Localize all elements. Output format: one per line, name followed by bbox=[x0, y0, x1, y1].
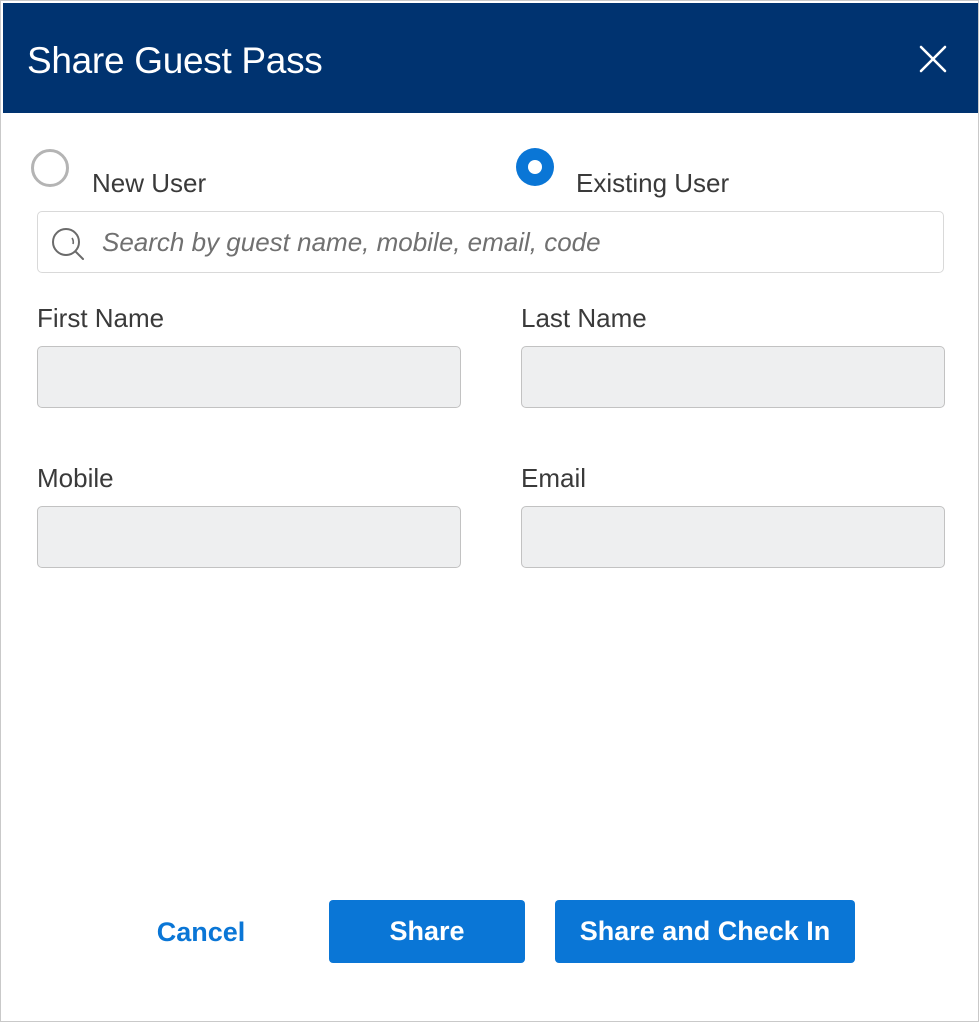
guest-search-box[interactable] bbox=[37, 211, 944, 273]
radio-existing-user-circle[interactable] bbox=[516, 148, 554, 186]
dialog-header: Share Guest Pass bbox=[3, 3, 978, 113]
last-name-label: Last Name bbox=[521, 303, 647, 333]
search-icon bbox=[52, 228, 84, 260]
first-name-field[interactable] bbox=[37, 346, 461, 408]
radio-new-user-label: New User bbox=[92, 168, 207, 198]
last-name-field[interactable] bbox=[521, 346, 945, 408]
share-guest-pass-dialog: Share Guest Pass New User Existing User … bbox=[0, 0, 979, 1022]
cancel-button[interactable]: Cancel bbox=[141, 901, 261, 963]
close-button[interactable] bbox=[915, 41, 951, 77]
email-field[interactable] bbox=[521, 506, 945, 568]
mobile-field[interactable] bbox=[37, 506, 461, 568]
search-input[interactable] bbox=[102, 222, 922, 262]
radio-new-user[interactable]: New User bbox=[31, 149, 231, 199]
radio-existing-user[interactable]: Existing User bbox=[516, 148, 756, 198]
close-icon bbox=[919, 45, 947, 73]
dialog-title: Share Guest Pass bbox=[27, 40, 323, 81]
share-and-check-in-button[interactable]: Share and Check In bbox=[555, 900, 855, 963]
mobile-label: Mobile bbox=[37, 463, 114, 493]
radio-selected-dot bbox=[528, 160, 542, 174]
radio-existing-user-label: Existing User bbox=[576, 168, 730, 198]
first-name-label: First Name bbox=[37, 303, 165, 333]
email-label: Email bbox=[521, 463, 587, 493]
radio-new-user-circle[interactable] bbox=[31, 149, 69, 187]
share-button[interactable]: Share bbox=[329, 900, 525, 963]
